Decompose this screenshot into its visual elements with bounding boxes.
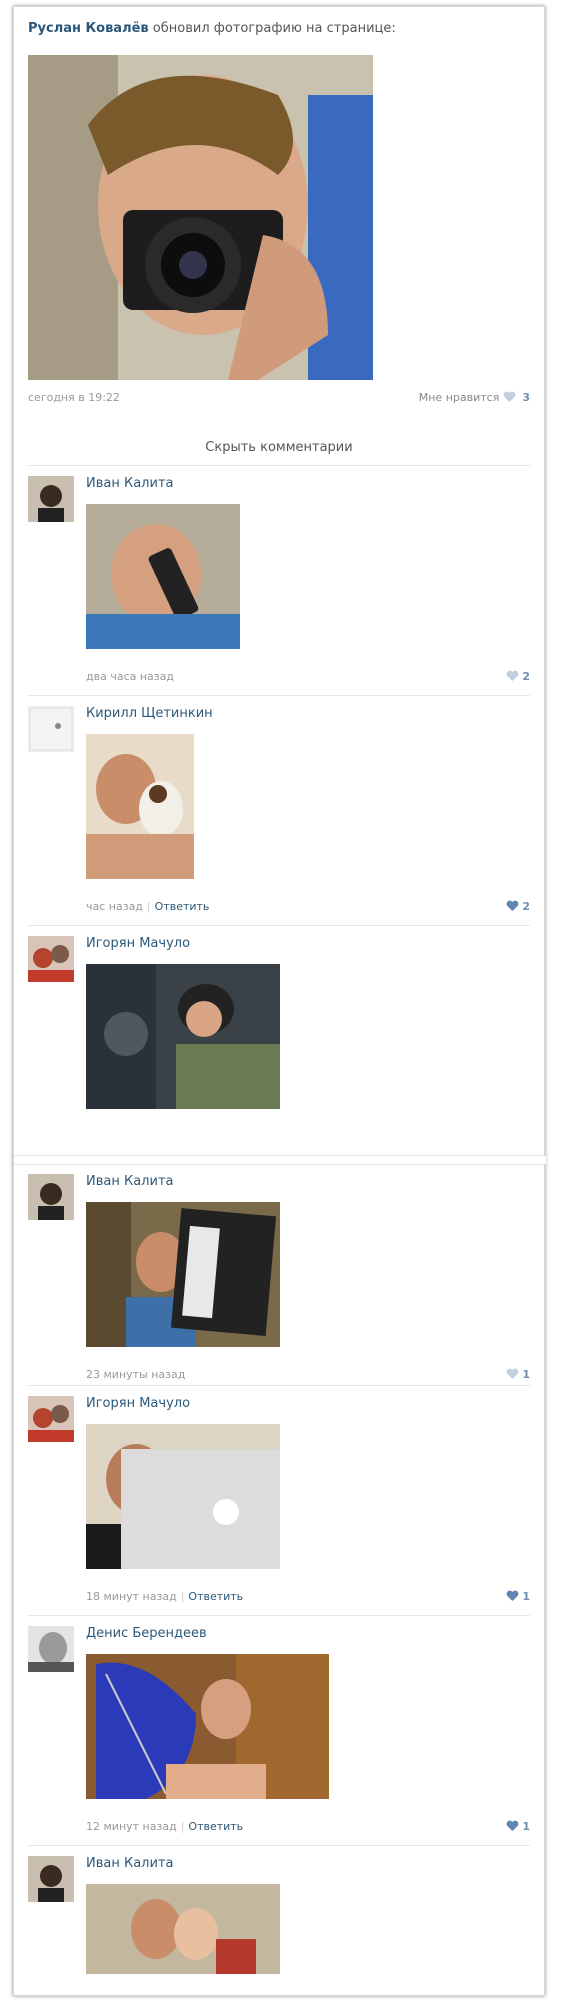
comment-time[interactable]: час назад bbox=[86, 900, 143, 913]
heart-icon bbox=[506, 1590, 518, 1601]
avatar-image bbox=[28, 1396, 74, 1442]
comment-author[interactable]: Иван Калита bbox=[86, 1174, 173, 1189]
comment-photo-image bbox=[86, 734, 194, 879]
comment-photo[interactable] bbox=[86, 1202, 280, 1347]
comment-photo-image bbox=[86, 1884, 280, 1974]
comment-time[interactable]: два часа назад bbox=[86, 670, 174, 683]
comment-time[interactable]: 23 минуты назад bbox=[86, 1368, 185, 1381]
avatar-image bbox=[28, 476, 74, 522]
avatar[interactable] bbox=[28, 476, 74, 522]
comment-like-count: 2 bbox=[522, 900, 530, 913]
comment-photo-image bbox=[86, 964, 280, 1109]
comment: Иван Калита 23 минуты назад 1 bbox=[28, 1174, 530, 1394]
comment-like-button[interactable]: 1 bbox=[506, 1820, 530, 1833]
divider bbox=[28, 1385, 530, 1386]
reply-link[interactable]: Ответить bbox=[188, 1590, 243, 1603]
post-time[interactable]: сегодня в 19:22 bbox=[28, 391, 120, 404]
comment-photo[interactable] bbox=[86, 1424, 280, 1569]
comment-photo-image bbox=[86, 1654, 329, 1799]
comment-time[interactable]: 12 минут назад bbox=[86, 1820, 177, 1833]
post-author-link[interactable]: Руслан Ковалёв bbox=[28, 21, 149, 36]
comment-photo-image bbox=[86, 1424, 280, 1569]
comment: Денис Берендеев 12 минут назад | Ответить … bbox=[28, 1626, 530, 1846]
main-photo-image bbox=[28, 55, 373, 380]
reply-link[interactable]: Ответить bbox=[188, 1820, 243, 1833]
comment-author[interactable]: Иван Калита bbox=[86, 1856, 173, 1871]
comment-author[interactable]: Кирилл Щетинкин bbox=[86, 706, 213, 721]
comment: Иван Калита bbox=[28, 1856, 530, 1996]
comment-photo[interactable] bbox=[86, 964, 280, 1109]
comment-author[interactable]: Иван Калита bbox=[86, 476, 173, 491]
comment-photo[interactable] bbox=[86, 1654, 329, 1799]
avatar[interactable] bbox=[28, 706, 74, 752]
comment-time[interactable]: 18 минут назад bbox=[86, 1590, 177, 1603]
post-like-label: Мне нравится bbox=[418, 391, 500, 404]
comment-like-button[interactable]: 1 bbox=[506, 1590, 530, 1603]
avatar[interactable] bbox=[28, 1174, 74, 1220]
comment-like-count: 1 bbox=[522, 1590, 530, 1603]
avatar-image bbox=[28, 1174, 74, 1220]
comment: Кирилл Щетинкин час назад | Ответить 2 bbox=[28, 706, 530, 926]
avatar[interactable] bbox=[28, 936, 74, 982]
divider bbox=[28, 1615, 530, 1616]
screenshot-seam bbox=[14, 1155, 546, 1165]
post-like-button[interactable]: Мне нравится 3 bbox=[419, 391, 530, 404]
comment-like-button[interactable]: 1 bbox=[506, 1368, 530, 1381]
post-header: Руслан Ковалёв обновил фотографию на стр… bbox=[28, 21, 396, 36]
comment-photo-image bbox=[86, 504, 240, 649]
comment-like-button[interactable]: 2 bbox=[506, 900, 530, 913]
heart-icon bbox=[506, 1368, 518, 1379]
avatar-image bbox=[28, 1856, 74, 1902]
comment-photo[interactable] bbox=[86, 734, 194, 879]
comment-meta: 12 минут назад | Ответить bbox=[86, 1820, 244, 1833]
heart-icon bbox=[503, 391, 516, 402]
comment-photo[interactable] bbox=[86, 1884, 280, 1974]
reply-link[interactable]: Ответить bbox=[155, 900, 210, 913]
heart-icon bbox=[506, 670, 518, 681]
divider bbox=[28, 1845, 530, 1846]
comment-author[interactable]: Игорян Мачуло bbox=[86, 936, 190, 951]
comment-author[interactable]: Денис Берендеев bbox=[86, 1626, 207, 1641]
avatar-image bbox=[28, 936, 74, 982]
comment: Иван Калита два часа назад 2 bbox=[28, 476, 530, 696]
comment-photo-image bbox=[86, 1202, 280, 1347]
main-photo[interactable] bbox=[28, 55, 373, 380]
comment-meta: час назад | Ответить bbox=[86, 900, 210, 913]
heart-icon bbox=[506, 1820, 518, 1831]
post-like-count: 3 bbox=[522, 391, 530, 404]
avatar[interactable] bbox=[28, 1626, 74, 1672]
divider bbox=[28, 925, 530, 926]
comment-like-count: 1 bbox=[522, 1368, 530, 1381]
divider bbox=[28, 695, 530, 696]
comment-like-count: 1 bbox=[522, 1820, 530, 1833]
comment: Игорян Мачуло 18 минут назад | Ответить 1 bbox=[28, 1396, 530, 1616]
avatar-image bbox=[28, 1626, 74, 1672]
heart-icon bbox=[506, 900, 518, 911]
hide-comments-link[interactable]: Скрыть комментарии bbox=[28, 440, 530, 466]
avatar[interactable] bbox=[28, 1856, 74, 1902]
comment-like-count: 2 bbox=[522, 670, 530, 683]
avatar-image bbox=[28, 706, 74, 752]
post-meta: сегодня в 19:22 Мне нравится 3 bbox=[28, 391, 530, 404]
post-card: Руслан Ковалёв обновил фотографию на стр… bbox=[13, 6, 546, 1996]
comment-photo[interactable] bbox=[86, 504, 240, 649]
comment-like-button[interactable]: 2 bbox=[506, 670, 530, 683]
avatar[interactable] bbox=[28, 1396, 74, 1442]
comment-author[interactable]: Игорян Мачуло bbox=[86, 1396, 190, 1411]
comment-meta: 18 минут назад | Ответить bbox=[86, 1590, 244, 1603]
post-action-text: обновил фотографию на странице: bbox=[152, 21, 396, 36]
comment: Игорян Мачуло bbox=[28, 936, 530, 1136]
